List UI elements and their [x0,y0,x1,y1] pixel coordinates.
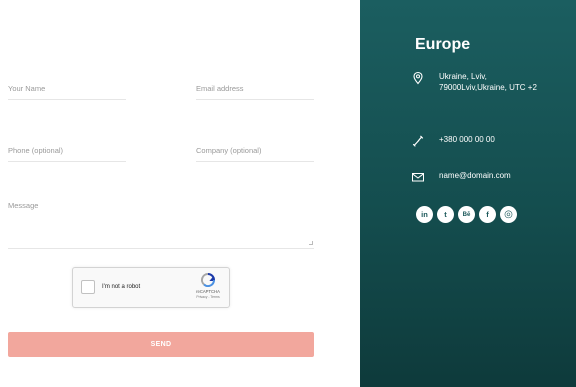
phone-underline [8,161,126,162]
phone-text[interactable]: +380 000 00 00 [439,134,495,145]
message-field-wrapper [8,201,314,249]
company-input[interactable] [196,146,314,155]
recaptcha-label: I'm not a robot [102,284,141,290]
mail-icon [412,173,424,182]
message-underline [8,248,314,249]
recaptcha-brand-name: reCAPTCHA [196,289,220,294]
company-underline [196,161,314,162]
recaptcha-brand: reCAPTCHA Privacy - Terms [189,273,227,299]
location-pin-icon [413,71,423,85]
phone-field-wrapper [8,140,126,162]
email-underline [196,99,314,100]
company-field-wrapper [196,140,314,162]
instagram-icon[interactable]: ◎ [500,206,517,223]
name-field-wrapper [8,78,126,100]
phone-input[interactable] [8,146,126,155]
phone-row: +380 000 00 00 [412,134,495,147]
message-input[interactable] [8,201,314,241]
email-input[interactable] [196,84,314,93]
name-underline [8,99,126,100]
linkedin-icon[interactable]: in [416,206,433,223]
contact-info-panel: Europe Ukraine, Lviv, 79000Lviv,Ukraine,… [360,0,576,387]
recaptcha-logo-icon [200,273,216,287]
region-title: Europe [415,36,471,53]
social-links: in t Bē f ◎ [416,206,517,223]
send-button[interactable]: SEND [8,332,314,357]
address-text: Ukraine, Lviv, 79000Lviv,Ukraine, UTC +2 [439,72,537,92]
twitter-icon[interactable]: t [437,206,454,223]
address-row: Ukraine, Lviv, 79000Lviv,Ukraine, UTC +2 [413,71,539,93]
email-text[interactable]: name@domain.com [439,170,511,181]
name-input[interactable] [8,84,126,93]
recaptcha-privacy-terms[interactable]: Privacy - Terms [189,295,227,299]
behance-icon[interactable]: Bē [458,206,475,223]
email-row: name@domain.com [412,170,511,182]
email-field-wrapper [196,78,314,100]
contact-form: I'm not a robot reCAPTCHA Privacy - Term… [0,0,360,387]
recaptcha-widget: I'm not a robot reCAPTCHA Privacy - Term… [72,267,230,308]
recaptcha-checkbox[interactable] [81,280,95,294]
phone-icon [412,135,424,147]
resize-grip-icon[interactable] [309,241,313,245]
facebook-icon[interactable]: f [479,206,496,223]
